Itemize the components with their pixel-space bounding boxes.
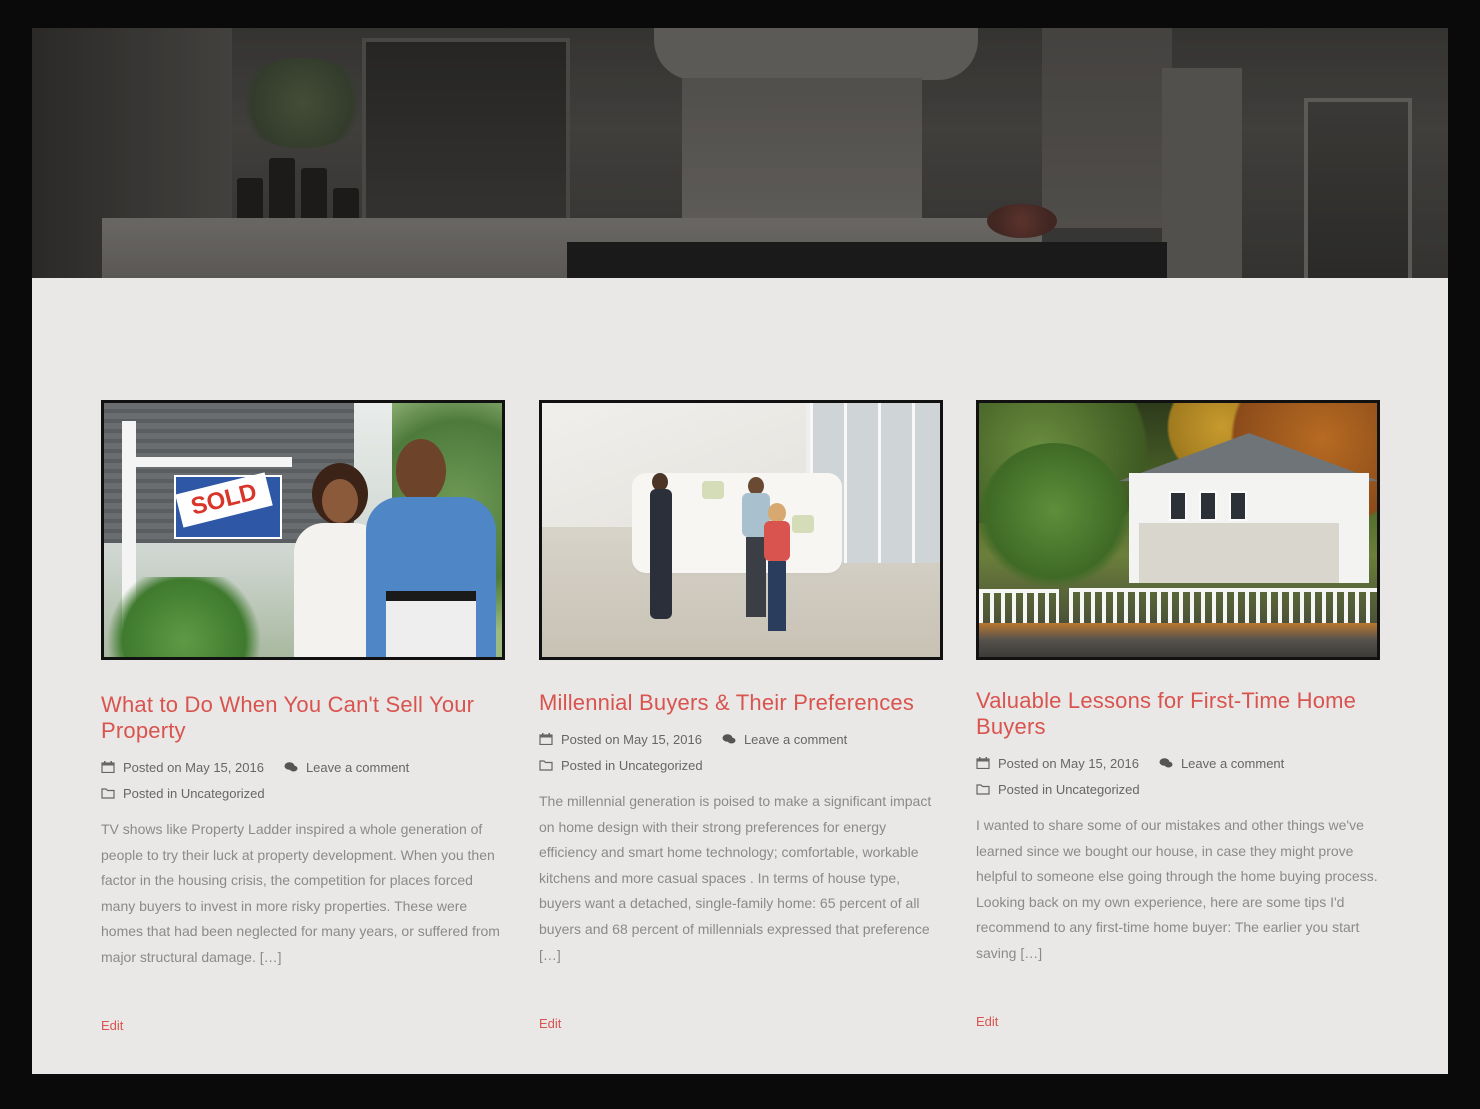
post-date: Posted on May 15, 2016 bbox=[123, 760, 264, 775]
post-excerpt: TV shows like Property Ladder inspired a… bbox=[101, 821, 500, 965]
post-excerpt: I wanted to share some of our mistakes a… bbox=[976, 817, 1378, 961]
post-excerpt: The millennial generation is poised to m… bbox=[539, 793, 932, 963]
post-thumbnail[interactable]: SOLD bbox=[101, 400, 505, 660]
post-category-line: Posted in Uncategorized bbox=[101, 786, 265, 801]
comment-bubbles-icon bbox=[1159, 758, 1173, 768]
post-meta-line: Posted on May 15, 2016 Leave a comment bbox=[101, 760, 409, 775]
post-title-link[interactable]: Millennial Buyers & Their Preferences bbox=[539, 690, 949, 716]
post-thumbnail[interactable] bbox=[539, 400, 943, 660]
edit-post-link[interactable]: Edit bbox=[101, 1018, 123, 1033]
post-date: Posted on May 15, 2016 bbox=[561, 732, 702, 747]
leave-comment-link[interactable]: Leave a comment bbox=[306, 760, 409, 775]
hero-banner-image bbox=[32, 28, 1448, 278]
post-category: Posted in Uncategorized bbox=[561, 758, 703, 773]
folder-icon bbox=[101, 788, 115, 799]
edit-post-link[interactable]: Edit bbox=[976, 1014, 998, 1029]
edit-post-link[interactable]: Edit bbox=[539, 1016, 561, 1031]
comment-bubbles-icon bbox=[722, 734, 736, 744]
post-category: Posted in Uncategorized bbox=[998, 782, 1140, 797]
calendar-icon bbox=[539, 733, 553, 745]
posts-grid: SOLD What to Do When You Can't Sell Your… bbox=[32, 278, 1448, 1074]
leave-comment-link[interactable]: Leave a comment bbox=[744, 732, 847, 747]
post-title-link[interactable]: Valuable Lessons for First-Time Home Buy… bbox=[976, 688, 1386, 740]
post-category-line: Posted in Uncategorized bbox=[976, 782, 1140, 797]
post-meta-line: Posted on May 15, 2016 Leave a comment bbox=[976, 756, 1284, 771]
post-title-link[interactable]: What to Do When You Can't Sell Your Prop… bbox=[101, 692, 511, 744]
folder-icon bbox=[539, 760, 553, 771]
calendar-icon bbox=[101, 761, 115, 773]
post-meta-line: Posted on May 15, 2016 Leave a comment bbox=[539, 732, 847, 747]
leave-comment-link[interactable]: Leave a comment bbox=[1181, 756, 1284, 771]
page-frame: SOLD What to Do When You Can't Sell Your… bbox=[32, 28, 1448, 1074]
post-category-line: Posted in Uncategorized bbox=[539, 758, 703, 773]
folder-icon bbox=[976, 784, 990, 795]
post-date: Posted on May 15, 2016 bbox=[998, 756, 1139, 771]
comment-bubbles-icon bbox=[284, 762, 298, 772]
calendar-icon bbox=[976, 757, 990, 769]
post-category: Posted in Uncategorized bbox=[123, 786, 265, 801]
post-thumbnail[interactable] bbox=[976, 400, 1380, 660]
